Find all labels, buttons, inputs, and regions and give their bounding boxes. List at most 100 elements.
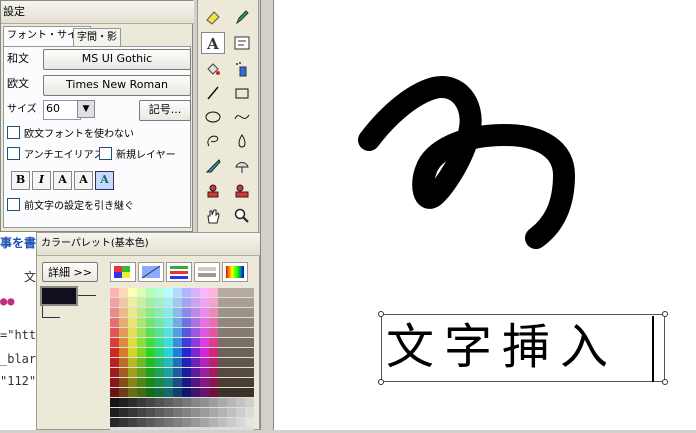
lamp-icon[interactable]: [230, 155, 254, 177]
color-swatch[interactable]: [173, 318, 182, 327]
color-swatch[interactable]: [236, 348, 245, 357]
color-swatch[interactable]: [218, 288, 227, 297]
color-swatch[interactable]: [182, 348, 191, 357]
color-swatch[interactable]: [119, 378, 128, 387]
color-swatch[interactable]: [155, 408, 164, 417]
color-swatch[interactable]: [110, 298, 119, 307]
resize-handle[interactable]: [662, 379, 668, 385]
color-swatch[interactable]: [173, 308, 182, 317]
color-swatch[interactable]: [155, 368, 164, 377]
color-swatch[interactable]: [245, 378, 254, 387]
color-swatch[interactable]: [227, 288, 236, 297]
color-swatch[interactable]: [182, 388, 191, 397]
color-swatch[interactable]: [137, 318, 146, 327]
color-swatch[interactable]: [245, 288, 254, 297]
color-swatch[interactable]: [236, 298, 245, 307]
color-swatch[interactable]: [164, 348, 173, 357]
color-swatch[interactable]: [236, 308, 245, 317]
color-swatch[interactable]: [200, 398, 209, 407]
color-swatch[interactable]: [218, 418, 227, 427]
color-swatch[interactable]: [155, 388, 164, 397]
color-swatch[interactable]: [182, 338, 191, 347]
color-swatch[interactable]: [110, 418, 119, 427]
color-swatch[interactable]: [128, 368, 137, 377]
color-swatch[interactable]: [236, 288, 245, 297]
color-swatch[interactable]: [155, 378, 164, 387]
color-swatch[interactable]: [200, 348, 209, 357]
color-swatch[interactable]: [227, 398, 236, 407]
color-swatch[interactable]: [119, 388, 128, 397]
color-swatch[interactable]: [209, 378, 218, 387]
color-swatch[interactable]: [236, 408, 245, 417]
inherit-prev-checkbox[interactable]: 前文字の設定を引き継ぐ: [7, 197, 134, 212]
size-dropdown-icon[interactable]: ▼: [77, 100, 95, 118]
color-swatch[interactable]: [218, 388, 227, 397]
color-swatch[interactable]: [236, 318, 245, 327]
resize-handle[interactable]: [378, 311, 384, 317]
color-swatch[interactable]: [173, 368, 182, 377]
color-swatch[interactable]: [164, 298, 173, 307]
color-swatch-grid[interactable]: [110, 288, 254, 430]
color-swatch[interactable]: [146, 388, 155, 397]
drop-icon[interactable]: [230, 130, 254, 152]
color-swatch[interactable]: [164, 388, 173, 397]
color-swatch[interactable]: [236, 378, 245, 387]
color-swatch[interactable]: [164, 418, 173, 427]
color-swatch[interactable]: [227, 348, 236, 357]
color-swatch[interactable]: [155, 338, 164, 347]
color-swatch[interactable]: [218, 308, 227, 317]
color-swatch[interactable]: [218, 328, 227, 337]
color-swatch[interactable]: [209, 288, 218, 297]
color-swatch[interactable]: [227, 378, 236, 387]
color-swatch[interactable]: [200, 308, 209, 317]
tab-spacing-shadow[interactable]: 字間・影: [73, 28, 121, 47]
color-swatch[interactable]: [137, 398, 146, 407]
color-swatch[interactable]: [245, 308, 254, 317]
color-swatch[interactable]: [200, 298, 209, 307]
color-swatch[interactable]: [137, 308, 146, 317]
color-swatch[interactable]: [128, 418, 137, 427]
color-swatch[interactable]: [137, 408, 146, 417]
color-swatch[interactable]: [227, 388, 236, 397]
pen-icon[interactable]: [201, 155, 225, 177]
color-swatch[interactable]: [155, 288, 164, 297]
color-swatch[interactable]: [236, 388, 245, 397]
color-swatch[interactable]: [200, 328, 209, 337]
color-swatch[interactable]: [119, 418, 128, 427]
color-swatch[interactable]: [182, 288, 191, 297]
color-swatch[interactable]: [119, 338, 128, 347]
color-swatch[interactable]: [209, 308, 218, 317]
color-swatch[interactable]: [119, 348, 128, 357]
palette-mode-list[interactable]: [166, 262, 192, 282]
lasso-icon[interactable]: [201, 130, 225, 152]
color-swatch[interactable]: [128, 308, 137, 317]
color-swatch[interactable]: [245, 358, 254, 367]
western-font-button[interactable]: Times New Roman: [43, 75, 191, 96]
color-swatch[interactable]: [164, 338, 173, 347]
color-swatch[interactable]: [209, 368, 218, 377]
italic-button[interactable]: I: [32, 171, 51, 190]
color-swatch[interactable]: [191, 398, 200, 407]
color-swatch[interactable]: [209, 298, 218, 307]
color-swatch[interactable]: [137, 378, 146, 387]
shadow-button[interactable]: A: [95, 171, 114, 190]
color-swatch[interactable]: [191, 318, 200, 327]
line-icon[interactable]: [201, 82, 225, 104]
color-swatch[interactable]: [119, 288, 128, 297]
color-swatch[interactable]: [155, 398, 164, 407]
color-swatch[interactable]: [128, 398, 137, 407]
new-layer-checkbox[interactable]: 新規レイヤー: [99, 146, 176, 161]
color-swatch[interactable]: [110, 318, 119, 327]
color-swatch[interactable]: [227, 358, 236, 367]
color-swatch[interactable]: [209, 358, 218, 367]
color-swatch[interactable]: [164, 368, 173, 377]
color-swatch[interactable]: [164, 408, 173, 417]
fill-icon[interactable]: [201, 58, 225, 80]
color-swatch[interactable]: [200, 368, 209, 377]
color-swatch[interactable]: [146, 398, 155, 407]
color-swatch[interactable]: [191, 348, 200, 357]
color-swatch[interactable]: [110, 388, 119, 397]
color-swatch[interactable]: [146, 408, 155, 417]
color-swatch[interactable]: [218, 358, 227, 367]
color-swatch[interactable]: [245, 398, 254, 407]
